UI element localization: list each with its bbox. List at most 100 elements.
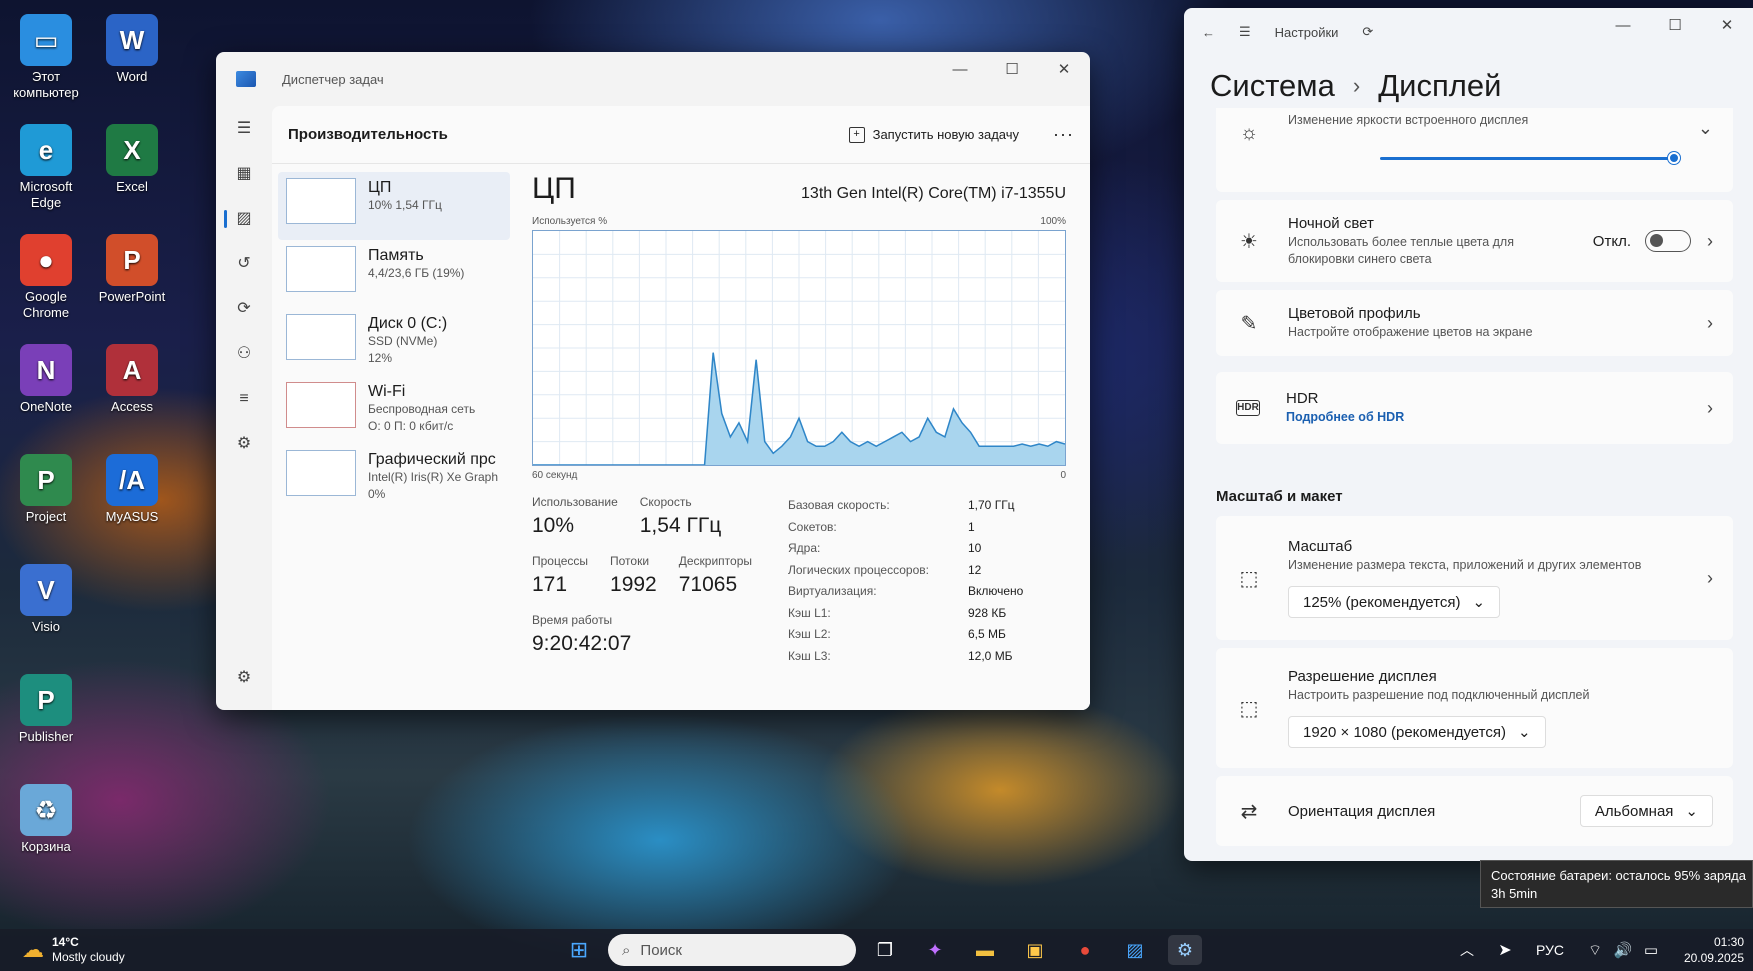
perf-list-item[interactable]: ЦП 10% 1,54 ГГц	[278, 172, 510, 240]
hdr-card[interactable]: HDR HDR Подробнее об HDR ›	[1216, 372, 1733, 444]
perf-list-item[interactable]: Графический прс Intel(R) Iris(R) Xe Graph…	[278, 444, 510, 512]
settings-taskbar-icon[interactable]: ⚙	[1168, 935, 1202, 965]
orientation-title: Ориентация дисплея	[1288, 802, 1436, 820]
desktop-icon[interactable]: X Excel	[90, 124, 174, 195]
desktop-icon[interactable]: /A MyASUS	[90, 454, 174, 525]
hdr-chevron-icon[interactable]: ›	[1707, 398, 1713, 419]
resolution-card: ⬚ Разрешение дисплея Настроить разрешени…	[1216, 648, 1733, 768]
night-light-card[interactable]: ☀ Ночной свет Использовать более теплые …	[1216, 200, 1733, 282]
weather-desc: Mostly cloudy	[52, 950, 125, 964]
desktop-icon[interactable]: A Access	[90, 344, 174, 415]
spec-value: 12,0 МБ	[968, 648, 1013, 663]
scale-chevron-icon[interactable]: ›	[1707, 568, 1713, 589]
desktop-icon-label: Google Chrome	[22, 289, 70, 320]
telegram-icon[interactable]: ➤	[1488, 935, 1522, 965]
orientation-dropdown[interactable]: Альбомная ⌄	[1579, 795, 1713, 827]
settings-minimize-button[interactable]: —	[1597, 8, 1649, 42]
desktop-icon[interactable]: ♻ Корзина	[4, 784, 88, 855]
desktop-icon[interactable]: e Microsoft Edge	[4, 124, 88, 211]
startup-apps-icon[interactable]: ⟳	[216, 286, 272, 331]
chrome-icon[interactable]: ●	[1068, 935, 1102, 965]
maximize-button[interactable]: ☐	[986, 52, 1038, 86]
more-options-button[interactable]: ···	[1053, 124, 1074, 145]
app-icon: /A	[106, 454, 158, 506]
desktop-icon-label: Access	[111, 399, 153, 414]
scale-dropdown[interactable]: 125% (рекомендуется) ⌄	[1288, 586, 1501, 618]
spec-key: Базовая скорость:	[788, 498, 890, 512]
brightness-slider[interactable]	[1380, 151, 1680, 165]
spec-key: Кэш L1:	[788, 605, 831, 620]
app-icon: X	[106, 124, 158, 176]
desktop-icon[interactable]: ● Google Chrome	[4, 234, 88, 321]
settings-maximize-button[interactable]: ☐	[1649, 8, 1701, 42]
night-light-chevron-icon[interactable]: ›	[1707, 231, 1713, 252]
spec-row: Базовая скорость: 1,70 ГГц	[788, 495, 1066, 517]
desktop-icon[interactable]: P Project	[4, 454, 88, 525]
desktop-icon[interactable]: P PowerPoint	[90, 234, 174, 305]
usage-label: Использование	[532, 495, 618, 509]
details-icon[interactable]: ≡	[216, 376, 272, 421]
desktop-icon[interactable]: P Publisher	[4, 674, 88, 745]
spec-value: 928 КБ	[968, 605, 1007, 620]
hamburger-menu-icon[interactable]: ☰	[216, 106, 272, 151]
color-profile-card[interactable]: ✎ Цветовой профиль Настройте отображение…	[1216, 290, 1733, 356]
desktop-icon[interactable]: W Word	[90, 14, 174, 85]
night-light-title: Ночной свет	[1288, 214, 1374, 232]
task-manager-taskbar-icon[interactable]: ▨	[1118, 935, 1152, 965]
desktop-icon-label: Publisher	[18, 729, 74, 744]
copilot-icon[interactable]: ✦	[918, 935, 952, 965]
language-indicator[interactable]: РУС	[1530, 935, 1570, 965]
brightness-slider-track	[1380, 157, 1680, 160]
performance-icon[interactable]: ▨	[216, 196, 272, 241]
app-history-icon[interactable]: ↺	[216, 241, 272, 286]
speed-label: Скорость	[639, 495, 692, 509]
perf-item-detail: 4,4/23,6 ГБ (19%)	[368, 266, 465, 280]
desktop-icon[interactable]: ▭ Этот компьютер	[4, 14, 88, 101]
app-icon: P	[20, 454, 72, 506]
hdr-link[interactable]: Подробнее об HDR	[1286, 409, 1691, 426]
file-explorer-icon[interactable]: ▬	[968, 935, 1002, 965]
expand-chevron-icon[interactable]: ⌄	[1698, 118, 1713, 139]
menu-icon[interactable]: ☰	[1239, 24, 1251, 40]
desktop-icon[interactable]: V Visio	[4, 564, 88, 635]
spec-row: Кэш L1: 928 КБ	[788, 603, 1066, 625]
app-icon: P	[20, 674, 72, 726]
back-arrow-icon[interactable]: ←	[1202, 25, 1215, 40]
perf-list-item[interactable]: Wi-Fi Беспроводная сеть О: 0 П: 0 кбит/с	[278, 376, 510, 444]
app-icon: P	[106, 234, 158, 286]
task-view-icon[interactable]: ❐	[868, 935, 902, 965]
perf-list-item[interactable]: Память 4,4/23,6 ГБ (19%)	[278, 240, 510, 308]
clock[interactable]: 01:30 20.09.2025	[1672, 934, 1744, 966]
settings-gear-icon[interactable]: ⚙	[216, 655, 272, 700]
app-icon: W	[106, 14, 158, 66]
battery-icon[interactable]: ▭	[1634, 935, 1668, 965]
show-hidden-icons-chevron-icon[interactable]: ︿	[1450, 935, 1484, 965]
desktop-icon[interactable]: N OneNote	[4, 344, 88, 415]
app-icon: N	[20, 344, 72, 396]
services-icon[interactable]: ⚙	[216, 421, 272, 466]
breadcrumb-display: Дисплей	[1378, 68, 1502, 103]
store-icon[interactable]: ▣	[1018, 935, 1052, 965]
settings-close-button[interactable]: ✕	[1701, 8, 1753, 42]
night-light-toggle[interactable]	[1645, 230, 1691, 252]
brightness-card: ☼ Изменение яркости встроенного дисплея …	[1216, 108, 1733, 192]
minimize-button[interactable]: —	[934, 52, 986, 86]
resolution-dropdown[interactable]: 1920 × 1080 (рекомендуется) ⌄	[1288, 716, 1546, 748]
perf-thumbnail	[286, 178, 356, 224]
chevron-down-icon: ⌄	[1685, 803, 1698, 820]
perf-item-detail: Беспроводная сеть	[368, 402, 476, 416]
weather-widget[interactable]: ☁ 14°C Mostly cloudy	[22, 935, 125, 965]
taskbar-search[interactable]: ⌕ Поиск	[608, 934, 856, 966]
orientation-card: ⇄ Ориентация дисплея Альбомная ⌄	[1216, 776, 1733, 846]
breadcrumb-system[interactable]: Система	[1210, 68, 1335, 104]
close-button[interactable]: ✕	[1038, 52, 1090, 86]
users-icon[interactable]: ⚇	[216, 331, 272, 376]
perf-list-item[interactable]: Диск 0 (C:) SSD (NVMe) 12%	[278, 308, 510, 376]
run-new-task-button[interactable]: + Запустить новую задачу	[848, 126, 1019, 143]
speed-value: 1,54 ГГц	[639, 514, 722, 537]
color-profile-chevron-icon[interactable]: ›	[1707, 313, 1713, 334]
perf-item-detail: 0%	[368, 487, 386, 501]
brightness-slider-thumb[interactable]	[1668, 152, 1680, 164]
processes-icon[interactable]: ▦	[216, 151, 272, 196]
start-button[interactable]: ⊞	[562, 935, 596, 965]
